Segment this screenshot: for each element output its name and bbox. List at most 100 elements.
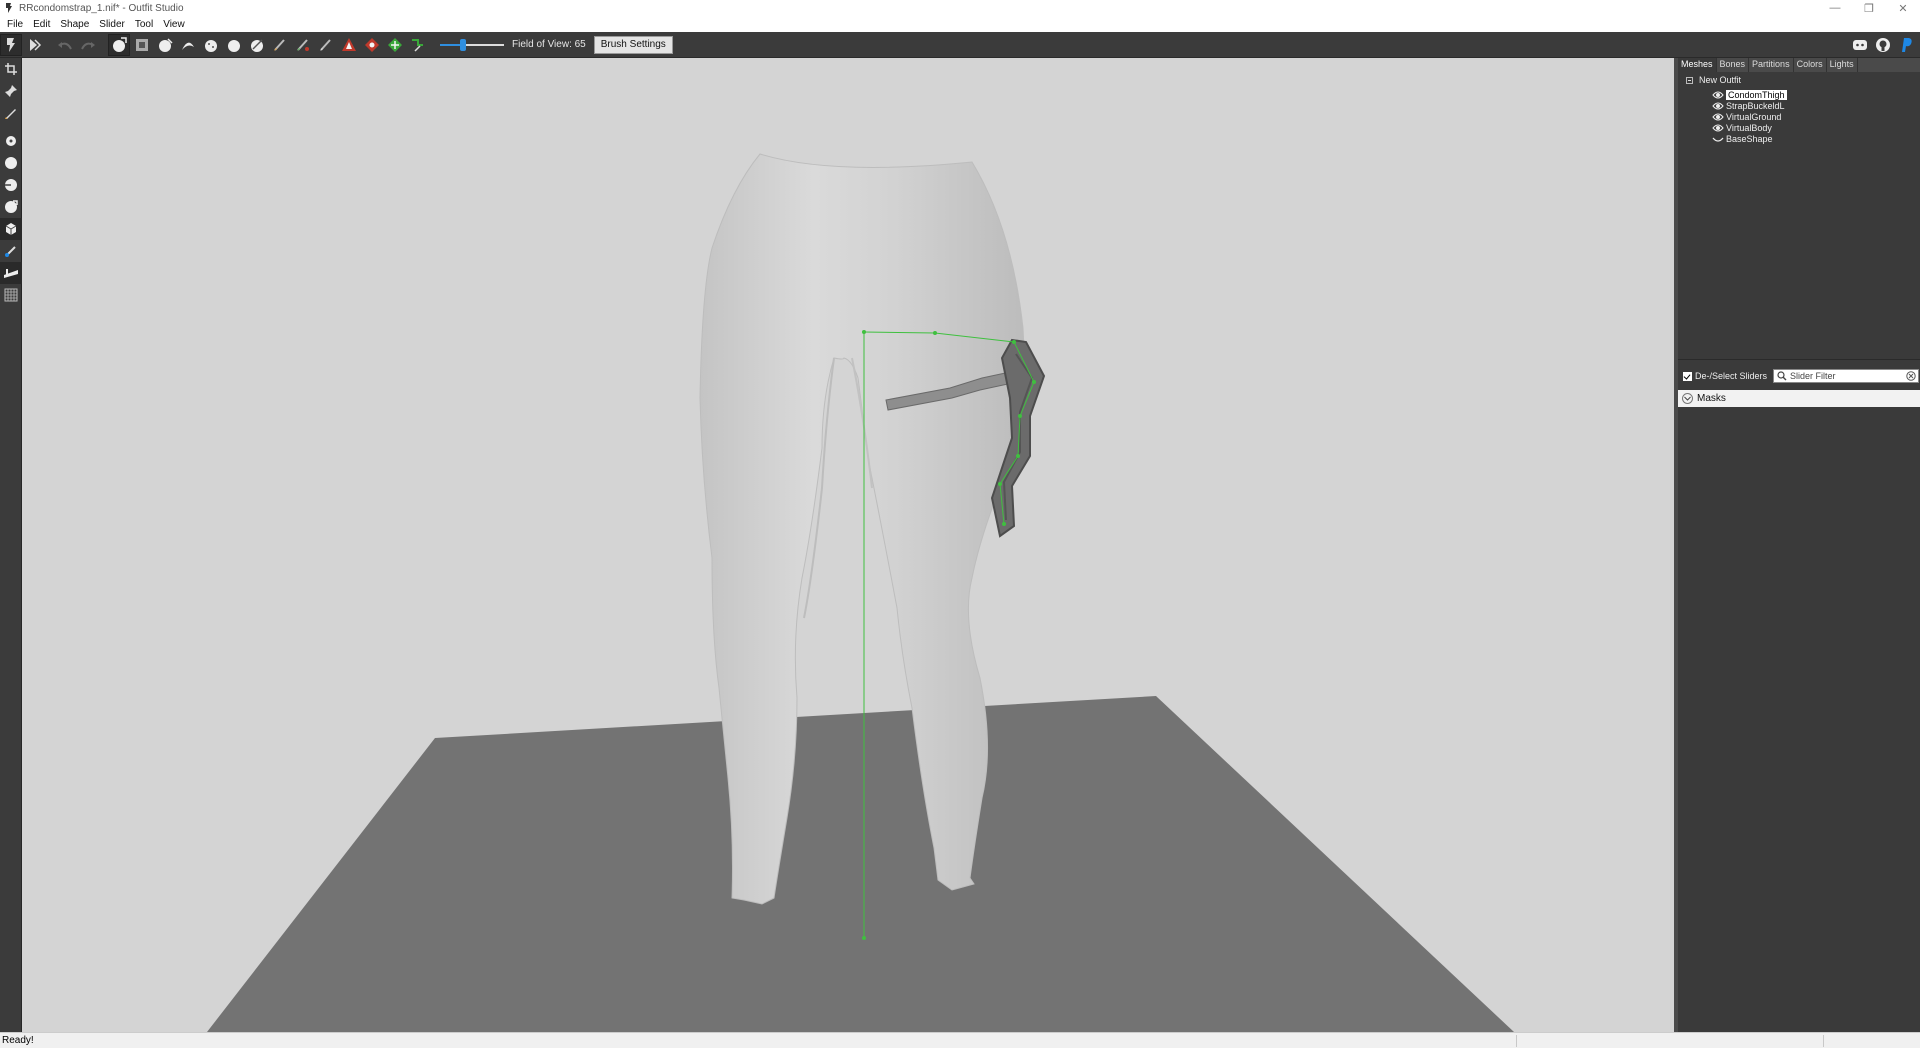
cube-tool-button[interactable]: [0, 218, 22, 240]
menu-slider[interactable]: Slider: [94, 19, 130, 30]
right-panel: Meshes Bones Partitions Colors Lights Ne…: [1674, 58, 1920, 1032]
select-brush-icon: [7, 37, 15, 52]
sphere-4-icon: [5, 200, 18, 213]
mask-brush-button[interactable]: [131, 34, 153, 56]
eye-icon[interactable]: [1712, 112, 1724, 122]
status-divider: [1823, 1035, 1824, 1047]
restore-icon: ❐: [1864, 2, 1874, 15]
mesh-item-label: VirtualGround: [1726, 112, 1782, 122]
closed-eye-icon[interactable]: [1712, 134, 1724, 144]
smooth-brush-button[interactable]: [200, 34, 222, 56]
close-button[interactable]: ✕: [1886, 0, 1920, 16]
undo-button[interactable]: [54, 34, 76, 56]
pivot-button[interactable]: [407, 34, 429, 56]
weight-tool-button[interactable]: [0, 262, 22, 284]
sphere-3-icon: [5, 179, 17, 191]
green-move-button[interactable]: [384, 34, 406, 56]
menu-tool[interactable]: Tool: [130, 19, 158, 30]
grid-tool-button[interactable]: [0, 284, 22, 306]
tab-bones[interactable]: Bones: [1717, 58, 1750, 72]
tree-root-new-outfit[interactable]: New Outfit: [1686, 75, 1741, 85]
collapse-toggle-icon[interactable]: [1686, 76, 1693, 84]
red-axis-icon: [342, 37, 356, 51]
restore-button[interactable]: ❐: [1852, 0, 1886, 16]
transform-button[interactable]: [23, 34, 45, 56]
move-brush-icon: [182, 42, 194, 50]
sphere-tool-1-button[interactable]: [0, 130, 22, 152]
deselect-sliders-checkbox[interactable]: [1683, 371, 1692, 381]
sphere-1-icon: [6, 136, 16, 146]
redo-icon: [81, 41, 95, 49]
3d-viewport[interactable]: [22, 58, 1674, 1032]
field-of-view-slider[interactable]: [440, 35, 504, 55]
menu-view[interactable]: View: [158, 19, 190, 30]
toolbar: Field of View: 65 Brush Settings: [0, 32, 1920, 58]
slider-toolbar: De-/Select Sliders Slider Filter: [1678, 366, 1920, 386]
tab-meshes[interactable]: Meshes: [1678, 58, 1717, 72]
deflate-brush-button[interactable]: [154, 34, 176, 56]
title-bar: RRcondomstrap_1.nif* - Outfit Studio — ❐…: [0, 0, 1920, 16]
slider-filter-input[interactable]: Slider Filter: [1773, 369, 1920, 383]
select-tool-button[interactable]: [0, 58, 22, 80]
redo-button[interactable]: [77, 34, 99, 56]
sphere-tool-4-button[interactable]: [0, 196, 22, 218]
fov-slider-thumb[interactable]: [460, 38, 467, 51]
select-brush-button[interactable]: [0, 33, 22, 56]
pen-tool-button[interactable]: [0, 102, 22, 124]
sphere-tool-2-button[interactable]: [0, 152, 22, 174]
brush-settings-button[interactable]: Brush Settings: [593, 35, 673, 54]
github-icon: [1876, 38, 1890, 52]
weight-brush-button[interactable]: [292, 34, 314, 56]
slider-filter-placeholder: Slider Filter: [1790, 371, 1836, 381]
grid-icon: [4, 288, 18, 302]
cube-icon: [5, 223, 17, 235]
deflate-brush-icon: [159, 37, 173, 52]
menu-shape[interactable]: Shape: [55, 19, 94, 30]
menu-bar: File Edit Shape Slider Tool View: [0, 16, 1920, 32]
discord-button[interactable]: [1849, 34, 1871, 56]
paint-brush-icon: [320, 38, 331, 51]
menu-file[interactable]: File: [2, 19, 28, 30]
clear-icon[interactable]: [1906, 371, 1916, 381]
pen-icon: [5, 109, 16, 119]
color-brush-button[interactable]: [223, 34, 245, 56]
pin-tool-button[interactable]: [0, 80, 22, 102]
brush-tool-button[interactable]: [0, 240, 22, 262]
tab-colors[interactable]: Colors: [1794, 58, 1827, 72]
mesh-item-baseshape[interactable]: BaseShape: [1712, 133, 1773, 145]
alpha-brush-button[interactable]: [269, 34, 291, 56]
red-rotate-button[interactable]: [361, 34, 383, 56]
status-divider: [1516, 1035, 1517, 1047]
tab-lights[interactable]: Lights: [1827, 58, 1858, 72]
masks-row[interactable]: Masks: [1678, 390, 1920, 407]
minimize-button[interactable]: —: [1818, 0, 1852, 16]
pivot-icon: [412, 38, 423, 52]
field-of-view-label: Field of View: 65: [512, 39, 586, 50]
eye-icon[interactable]: [1712, 90, 1724, 100]
paypal-button[interactable]: [1895, 34, 1917, 56]
panel-tabs: Meshes Bones Partitions Colors Lights: [1678, 58, 1920, 72]
left-tool-strip: [0, 58, 22, 1032]
undo-icon: [58, 41, 72, 49]
mesh-item-label: CondomThigh: [1726, 90, 1787, 100]
menu-edit[interactable]: Edit: [28, 19, 55, 30]
github-button[interactable]: [1872, 34, 1894, 56]
tab-partitions[interactable]: Partitions: [1749, 58, 1794, 72]
erase-button[interactable]: [246, 34, 268, 56]
sphere-tool-3-button[interactable]: [0, 174, 22, 196]
deselect-sliders-label: De-/Select Sliders: [1695, 371, 1768, 381]
red-axis-button[interactable]: [338, 34, 360, 56]
eye-icon[interactable]: [1712, 123, 1724, 133]
weight-icon: [4, 269, 18, 278]
inflate-brush-button[interactable]: [108, 33, 130, 56]
sphere-2-icon: [5, 157, 17, 169]
paint-brush-button[interactable]: [315, 34, 337, 56]
window-title: RRcondomstrap_1.nif* - Outfit Studio: [19, 2, 184, 14]
move-brush-button[interactable]: [177, 34, 199, 56]
eye-icon[interactable]: [1712, 101, 1724, 111]
red-rotate-icon: [365, 37, 379, 52]
mask-brush-icon: [136, 38, 148, 51]
weight-brush-icon: [297, 38, 309, 51]
chevron-down-icon[interactable]: [1682, 393, 1693, 404]
mesh-item-label: VirtualBody: [1726, 123, 1772, 133]
